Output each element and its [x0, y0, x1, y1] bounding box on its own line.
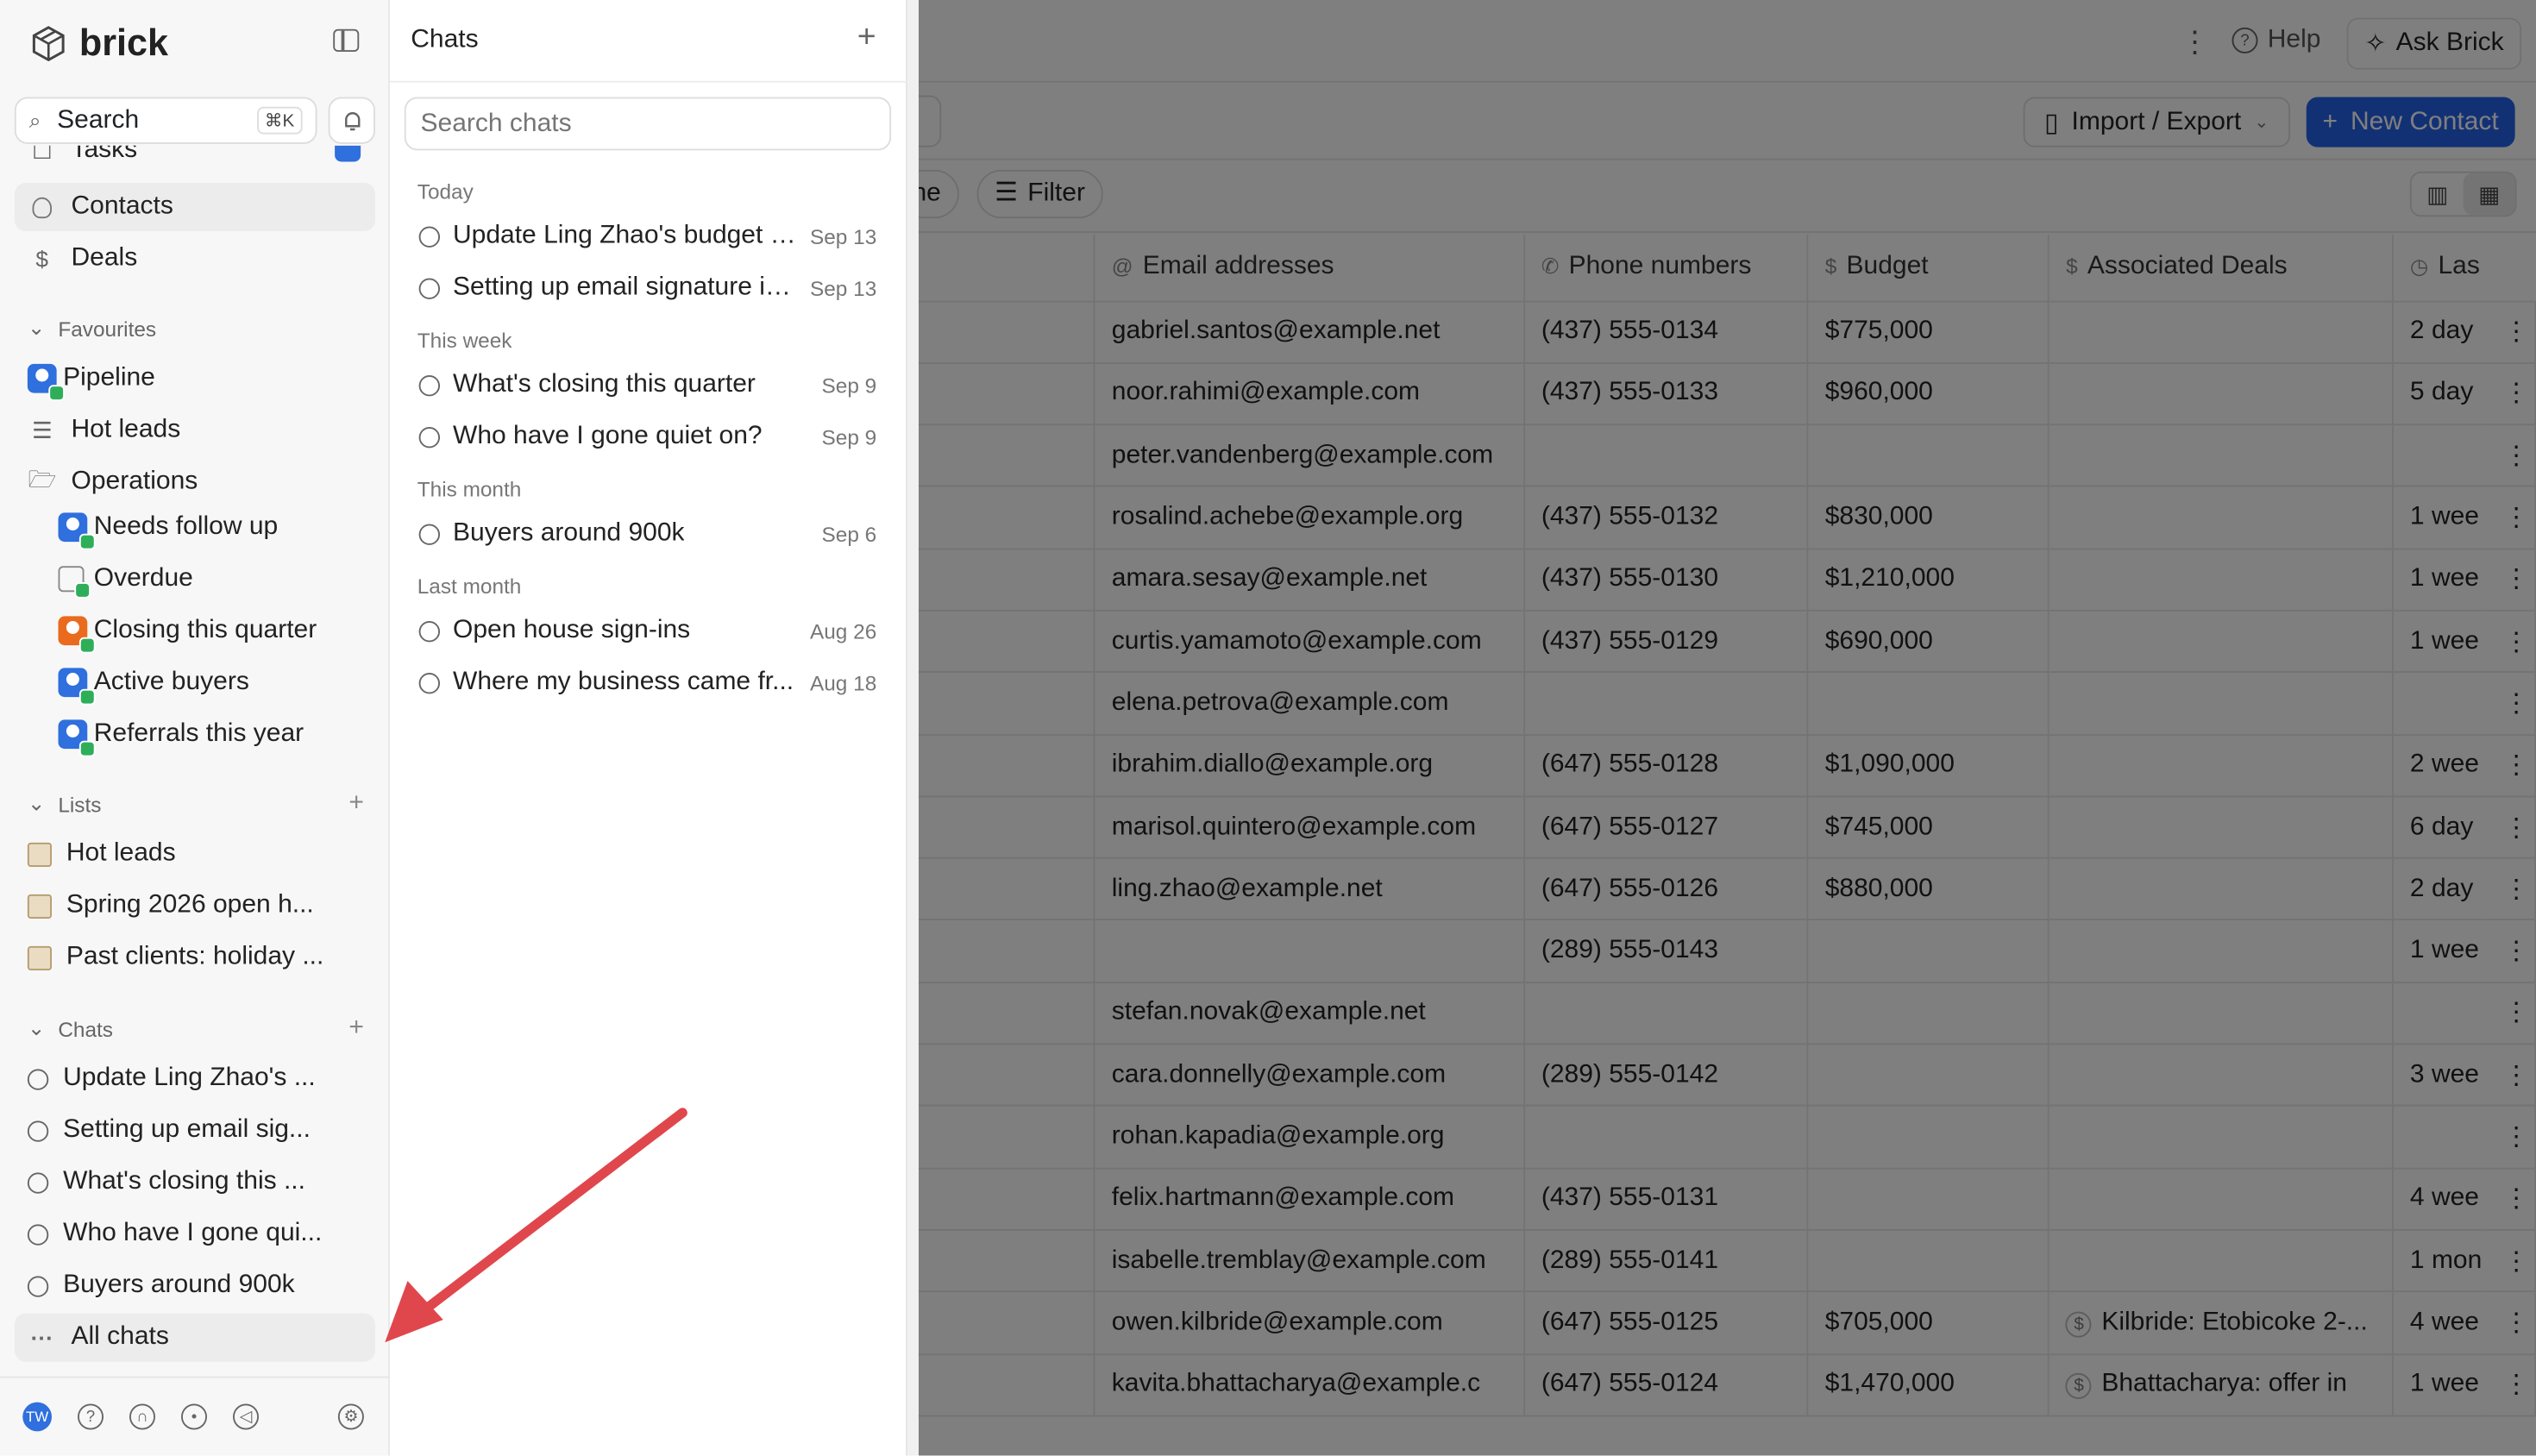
favourites-header[interactable]: ⌄ Favourites [28, 312, 364, 345]
chat-bubble-icon [418, 672, 440, 693]
sidebar-item-referrals-this-year[interactable]: Referrals this year [46, 710, 376, 758]
chat-group-label: This month [417, 477, 522, 502]
chat-bubble-icon [418, 225, 440, 247]
sidebar-item-overdue[interactable]: Overdue [46, 555, 376, 603]
bell-icon [344, 111, 360, 130]
view-icon [58, 719, 96, 757]
chat-bubble-icon [27, 1068, 49, 1089]
sidebar-scroll[interactable]: ☐ Tasks Contacts $ Deals ⌄ Favourites Pi… [0, 145, 390, 1375]
sidebar-item-list[interactable]: Spring 2026 open h... [15, 882, 375, 930]
tasks-count-badge [335, 145, 361, 162]
chat-bubble-icon [27, 1171, 49, 1193]
sidebar-item-chat[interactable]: Setting up email sig... [15, 1107, 375, 1155]
chat-bubble-icon [27, 1120, 49, 1141]
sidebar-item-closing-this-quarter[interactable]: Closing this quarter [46, 606, 376, 655]
sidebar-item-needs-follow-up[interactable]: Needs follow up [46, 503, 376, 551]
chat-group-label: This week [417, 328, 512, 353]
headset-icon[interactable]: ∩ [129, 1403, 155, 1430]
person-icon [28, 192, 57, 222]
sidebar-item-hot-leads[interactable]: ☰ Hot leads [15, 406, 375, 455]
chevron-down-icon: ⌄ [27, 790, 46, 815]
avatar[interactable]: TW [22, 1402, 52, 1432]
deal-view-icon [58, 616, 96, 654]
search-icon: ⌕ [28, 107, 41, 132]
new-chat-icon[interactable]: + [348, 1014, 364, 1044]
notepad-icon [27, 893, 52, 919]
chat-bubble-icon [27, 1223, 49, 1245]
lightbulb-icon[interactable]: • [181, 1403, 207, 1430]
sidebar-item-list[interactable]: Hot leads [15, 830, 375, 878]
folder-open-icon: 🗁 [28, 466, 57, 492]
chat-list-item[interactable]: Open house sign-ins Aug 26 [405, 608, 891, 654]
pipeline-view-icon [27, 363, 65, 401]
sidebar-item-contacts[interactable]: Contacts [14, 182, 375, 232]
sidebar-collapse-icon[interactable] [333, 28, 360, 52]
sidebar-item-chat[interactable]: Buyers around 900k [15, 1262, 375, 1310]
sidebar: brick ⌕ Search ⌘K ☐ Tasks Contacts $ Dea… [0, 0, 390, 1456]
new-chat-plus-icon[interactable]: + [857, 20, 876, 57]
add-list-icon[interactable]: + [348, 789, 364, 819]
list-icon: ☰ [31, 416, 53, 442]
checkbox-icon: ☐ [31, 145, 53, 163]
task-view-icon [58, 566, 91, 599]
chats-header[interactable]: ⌄ Chats + [28, 1013, 364, 1045]
brick-logo-icon [32, 25, 65, 61]
sidebar-item-chat[interactable]: Update Ling Zhao's ... [15, 1055, 375, 1103]
annotation-arrow [385, 1108, 687, 1343]
sidebar-item-tasks[interactable]: ☐ Tasks [15, 146, 375, 175]
sidebar-item-list[interactable]: Past clients: holiday ... [15, 933, 375, 982]
sidebar-search[interactable]: ⌕ Search ⌘K [14, 97, 317, 144]
chat-group-label: Today [417, 179, 474, 204]
chat-group-label: Last month [417, 574, 522, 599]
sidebar-item-active-buyers[interactable]: Active buyers [46, 658, 376, 706]
view-icon [58, 668, 96, 706]
megaphone-icon[interactable]: ◁ [233, 1403, 259, 1430]
panel-edge [907, 0, 919, 1456]
chat-bubble-icon [418, 523, 440, 544]
chat-bubble-icon [418, 426, 440, 448]
chat-bubble-icon [418, 620, 440, 642]
dollar-icon: $ [35, 246, 49, 272]
lists-header[interactable]: ⌄ Lists + [28, 788, 364, 820]
sidebar-footer: TW ? ∩ • ◁ ⚙ [0, 1376, 390, 1456]
search-chats-input[interactable] [404, 97, 892, 151]
chat-bubble-icon [27, 1275, 49, 1296]
sidebar-item-chat[interactable]: What's closing this ... [15, 1158, 375, 1207]
chat-list-item[interactable]: Where my business came fr... Aug 18 [405, 660, 891, 706]
chevron-down-icon: ⌄ [27, 315, 46, 340]
chat-bubble-icon [418, 374, 440, 396]
sidebar-item-deals[interactable]: $ Deals [15, 235, 375, 283]
help-icon[interactable]: ? [78, 1403, 104, 1430]
sidebar-item-all-chats[interactable]: ··· All chats [14, 1313, 375, 1362]
settings-gear-icon[interactable]: ⚙ [337, 1403, 364, 1430]
chevron-down-icon: ⌄ [27, 1015, 46, 1040]
brand-logo[interactable]: brick [29, 21, 168, 65]
chat-list-item[interactable]: What's closing this quarter Sep 9 [405, 362, 891, 408]
chats-panel-header: Chats + [389, 0, 907, 83]
sidebar-item-pipeline[interactable]: Pipeline [15, 355, 375, 403]
shortcut-hint: ⌘K [256, 106, 303, 135]
sidebar-item-chat[interactable]: Who have I gone qui... [15, 1210, 375, 1258]
chat-list-item[interactable]: Update Ling Zhao's budget a... Sep 13 [405, 214, 891, 260]
notepad-icon [27, 841, 52, 867]
chat-list-item[interactable]: Who have I gone quiet on? Sep 9 [405, 414, 891, 460]
notepad-icon [27, 945, 52, 970]
ellipsis-icon: ··· [30, 1324, 53, 1351]
chat-list-item[interactable]: Setting up email signature in ... Sep 13 [405, 266, 891, 311]
notifications-bell-icon[interactable] [328, 97, 375, 144]
chats-panel-title: Chats [411, 26, 479, 53]
chat-list-item[interactable]: Buyers around 900k Sep 6 [405, 511, 891, 557]
sidebar-item-operations[interactable]: 🗁 Operations [15, 458, 375, 506]
view-icon [58, 512, 96, 550]
chat-bubble-icon [418, 277, 440, 298]
